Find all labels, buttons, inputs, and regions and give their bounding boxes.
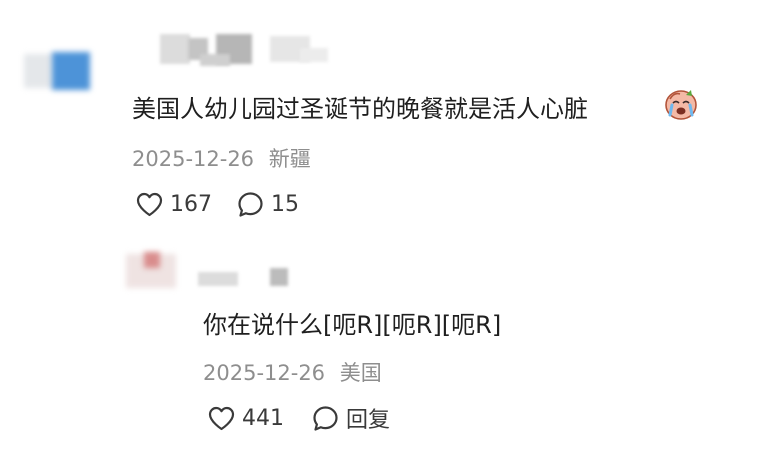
heart-icon: [136, 192, 163, 216]
comment-location: 新疆: [268, 147, 311, 171]
avatar[interactable]: [24, 52, 90, 92]
like-button[interactable]: 167: [136, 189, 212, 219]
reply-date: 2025-12-26: [203, 361, 326, 385]
reply-location: 美国: [339, 361, 382, 385]
reply-label: 回复: [346, 408, 391, 433]
reply-text: 你在说什么[呃R][呃R][呃R]: [203, 311, 502, 339]
reply-button[interactable]: 15: [237, 189, 299, 219]
username[interactable]: [160, 34, 330, 68]
reply-meta: 2025-12-26 美国: [203, 357, 382, 387]
comment-bubble-icon: [238, 191, 263, 217]
like-count: 167: [170, 191, 212, 217]
reply-like-button[interactable]: 441: [208, 403, 284, 433]
comment-bubble-icon: [313, 405, 338, 431]
comment-thread: 美国人幼儿园过圣诞节的晚餐就是活人心脏 2025-12-26 新疆 167 15…: [0, 0, 758, 450]
reply-like-count: 441: [242, 405, 284, 431]
comment-date: 2025-12-26: [132, 147, 255, 171]
comment-text: 美国人幼儿园过圣诞节的晚餐就是活人心脏: [132, 95, 588, 123]
heart-icon: [208, 406, 235, 430]
crying-face-emoji: [664, 87, 698, 121]
reply-avatar[interactable]: [126, 250, 178, 292]
comment-meta: 2025-12-26 新疆: [132, 143, 311, 173]
reply-to-reply-button[interactable]: 回复: [312, 403, 390, 433]
reply-username[interactable]: [198, 268, 298, 290]
reply-count: 15: [271, 191, 299, 217]
